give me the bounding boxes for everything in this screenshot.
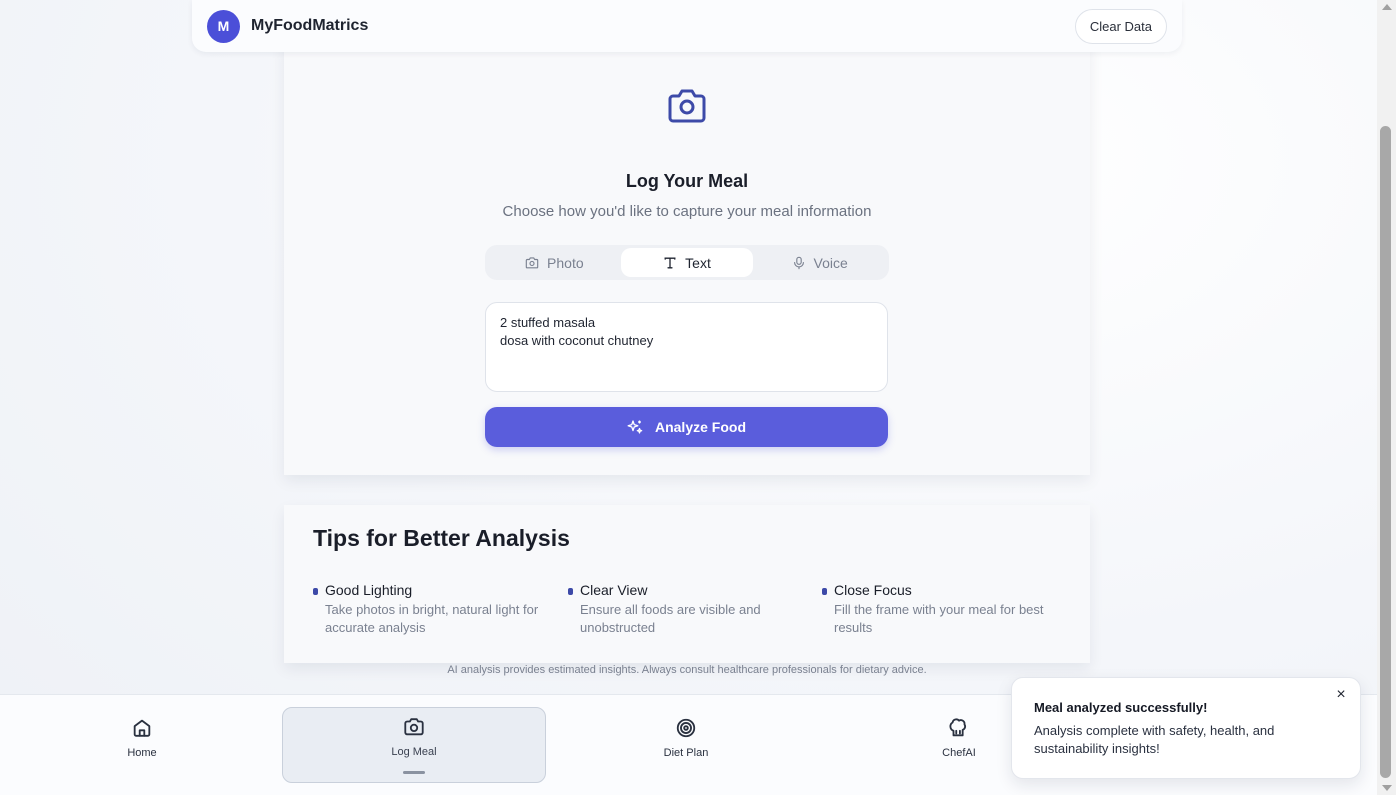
bullet-icon xyxy=(568,588,573,595)
tip-text: Ensure all foods are visible and unobstr… xyxy=(580,602,761,635)
scrollbar[interactable] xyxy=(1377,0,1396,795)
app-name: MyFoodMatrics xyxy=(251,17,369,34)
tab-text-label: Text xyxy=(685,254,711,271)
analyze-food-button[interactable]: Analyze Food xyxy=(485,407,888,447)
tab-voice-label: Voice xyxy=(813,254,848,271)
home-icon xyxy=(133,719,151,737)
clear-data-button[interactable]: Clear Data xyxy=(1074,8,1167,44)
text-icon xyxy=(664,257,676,268)
toast-message: Analysis complete with safety, health, a… xyxy=(1034,723,1275,756)
scroll-up-icon[interactable] xyxy=(1382,4,1392,10)
tip-heading: Close Focus xyxy=(834,582,912,598)
analyze-food-label: Analyze Food xyxy=(654,419,746,435)
camera-icon xyxy=(668,89,706,123)
nav-home-label: Home xyxy=(127,747,157,759)
target-icon xyxy=(676,718,696,738)
input-mode-tabs: Photo Text Voice xyxy=(485,245,889,280)
meal-description-input[interactable]: 2 stuffed masala dosa with coconut chutn… xyxy=(485,302,888,392)
close-icon[interactable]: × xyxy=(1334,686,1348,703)
page-subtitle: Choose how you'd like to capture your me… xyxy=(502,203,872,220)
disclaimer: AI analysis provides estimated insights.… xyxy=(447,664,927,676)
bullet-icon xyxy=(822,588,827,595)
tip-text: Fill the frame with your meal for best r… xyxy=(834,602,1044,635)
active-indicator xyxy=(403,771,425,774)
tips-card: Tips for Better Analysis Good Lighting T… xyxy=(284,505,1090,663)
nav-log-meal[interactable]: Log Meal xyxy=(282,707,546,783)
tab-voice[interactable]: Voice xyxy=(753,248,886,277)
nav-chefai-label: ChefAI xyxy=(942,747,976,759)
tip-heading: Clear View xyxy=(580,582,648,598)
success-toast: × Meal analyzed successfully! Analysis c… xyxy=(1011,677,1361,779)
nav-home[interactable]: Home xyxy=(10,709,274,785)
mic-icon xyxy=(793,256,804,269)
page-title: Log Your Meal xyxy=(625,171,749,191)
tip-item: Clear View Ensure all foods are visible … xyxy=(568,582,803,637)
tip-item: Good Lighting Take photos in bright, nat… xyxy=(313,582,548,637)
camera-icon xyxy=(404,718,424,736)
avatar[interactable]: M xyxy=(207,9,240,43)
nav-diet-plan[interactable]: Diet Plan xyxy=(554,709,818,785)
log-meal-card: Log Your Meal Choose how you'd like to c… xyxy=(284,40,1090,475)
toast-title: Meal analyzed successfully! xyxy=(1034,700,1208,715)
tab-photo-label: Photo xyxy=(547,254,584,271)
chef-icon xyxy=(949,718,967,737)
scroll-thumb[interactable] xyxy=(1380,126,1391,778)
bullet-icon xyxy=(313,588,318,595)
nav-diet-plan-label: Diet Plan xyxy=(663,747,709,759)
scroll-down-icon[interactable] xyxy=(1382,785,1392,791)
tab-text[interactable]: Text xyxy=(620,248,754,277)
top-header: M MyFoodMatrics Clear Data xyxy=(192,0,1182,52)
tip-item: Close Focus Fill the frame with your mea… xyxy=(822,582,1057,637)
sparkle-icon xyxy=(627,420,643,434)
tip-text: Take photos in bright, natural light for… xyxy=(325,602,539,635)
nav-log-meal-label: Log Meal xyxy=(391,746,437,758)
tip-heading: Good Lighting xyxy=(325,582,413,598)
tab-photo[interactable]: Photo xyxy=(488,248,621,277)
brand: M MyFoodMatrics xyxy=(207,9,369,43)
camera-icon xyxy=(525,256,539,268)
tips-title: Tips for Better Analysis xyxy=(313,525,570,551)
